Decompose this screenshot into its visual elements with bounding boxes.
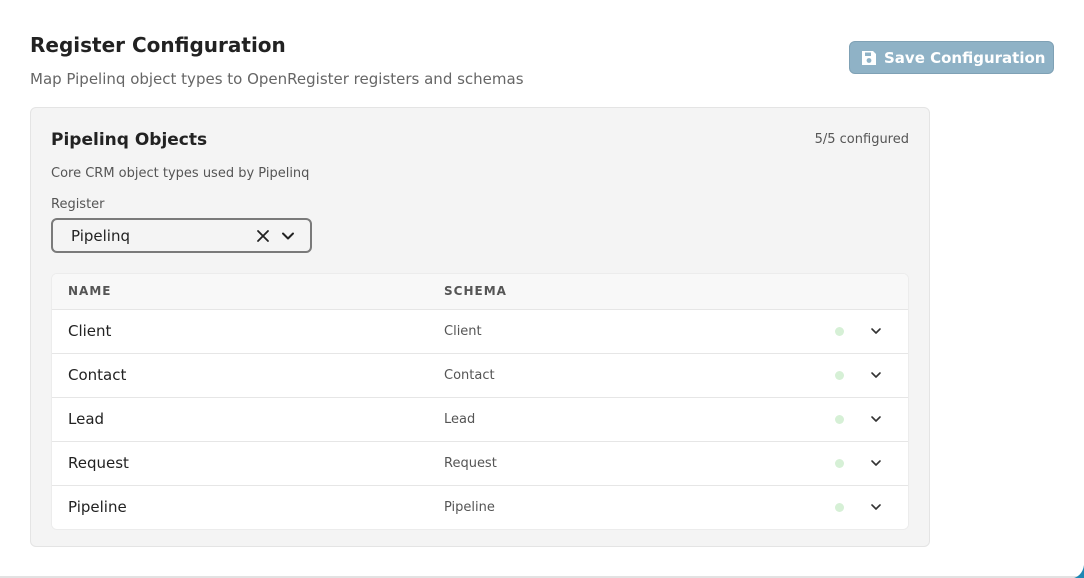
resize-corner-icon <box>1070 564 1084 578</box>
table-row[interactable]: Request Request <box>52 442 908 486</box>
close-icon[interactable] <box>255 228 271 244</box>
save-configuration-button[interactable]: Save Configuration <box>849 41 1054 74</box>
table-row[interactable]: Pipeline Pipeline <box>52 486 908 529</box>
chevron-down-icon[interactable] <box>868 323 884 339</box>
object-name: Client <box>68 322 112 340</box>
status-dot <box>835 415 844 424</box>
page-subtitle: Map Pipelinq object types to OpenRegiste… <box>30 70 524 88</box>
page-title: Register Configuration <box>30 33 286 57</box>
register-select[interactable]: Pipelinq <box>51 218 312 253</box>
chevron-down-icon[interactable] <box>868 367 884 383</box>
column-header-schema: SCHEMA <box>444 284 507 298</box>
object-schema: Request <box>444 456 497 471</box>
status-dot <box>835 327 844 336</box>
card-title: Pipelinq Objects <box>51 130 208 150</box>
status-dot <box>835 459 844 468</box>
table-row[interactable]: Contact Contact <box>52 354 908 398</box>
register-select-value: Pipelinq <box>71 227 130 245</box>
object-name: Contact <box>68 366 127 384</box>
object-name: Pipeline <box>68 498 127 516</box>
table-body: Client Client Contact Contact Lead Lead … <box>52 310 908 529</box>
column-header-name: NAME <box>68 284 112 298</box>
table-header: NAME SCHEMA <box>52 274 908 310</box>
table-row[interactable]: Client Client <box>52 310 908 354</box>
chevron-down-icon[interactable] <box>868 411 884 427</box>
table-row[interactable]: Lead Lead <box>52 398 908 442</box>
save-button-label: Save Configuration <box>884 48 1046 67</box>
objects-table: NAME SCHEMA Client Client Contact Contac… <box>51 273 909 530</box>
card-description: Core CRM object types used by Pipelinq <box>51 166 310 181</box>
floppy-disk-icon <box>860 49 878 67</box>
object-schema: Client <box>444 324 482 339</box>
object-schema: Lead <box>444 412 476 427</box>
register-configuration-page: Register Configuration Map Pipelinq obje… <box>0 0 1084 578</box>
register-label: Register <box>51 197 105 212</box>
object-schema: Pipeline <box>444 500 495 515</box>
chevron-down-icon[interactable] <box>280 228 296 244</box>
object-name: Lead <box>68 410 105 428</box>
configured-count: 5/5 configured <box>814 132 909 147</box>
pipelinq-objects-card: Pipelinq Objects 5/5 configured Core CRM… <box>30 107 930 547</box>
object-schema: Contact <box>444 368 495 383</box>
object-name: Request <box>68 454 129 472</box>
status-dot <box>835 371 844 380</box>
status-dot <box>835 503 844 512</box>
chevron-down-icon[interactable] <box>868 499 884 515</box>
chevron-down-icon[interactable] <box>868 455 884 471</box>
